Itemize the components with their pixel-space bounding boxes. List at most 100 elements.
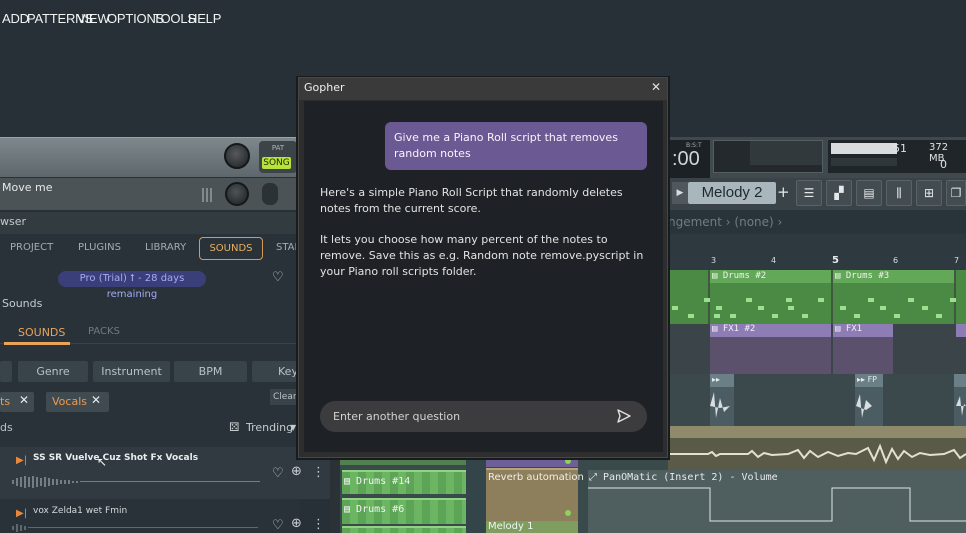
main-menubar <box>0 137 300 177</box>
tab-project[interactable]: PROJECT <box>10 242 53 253</box>
meter-icon <box>202 188 214 202</box>
assistant-message: It lets you choose how many percent of t… <box>320 233 644 278</box>
ruler-overview[interactable] <box>668 234 966 256</box>
heart-icon[interactable]: ♡ <box>272 518 284 533</box>
clip-label: ⤢ PanOMatic (Insert 2) - Volume <box>589 472 778 483</box>
section-title: Sounds <box>2 297 43 310</box>
play-icon[interactable]: ▶| <box>16 455 27 466</box>
fast-forward-icon: ▸▸ <box>712 375 721 384</box>
heart-icon[interactable]: ♡ <box>272 270 284 285</box>
clip-label: ▤ FX1 <box>835 324 863 334</box>
bar-number: 5 <box>832 255 839 266</box>
song-mode-button[interactable]: SONG <box>262 157 291 169</box>
tab-library[interactable]: LIBRARY <box>145 242 186 253</box>
master-volume-knob[interactable] <box>224 143 250 169</box>
bar-number: 7 <box>954 256 960 265</box>
waveform <box>12 524 258 532</box>
filter-instrument[interactable]: Instrument <box>93 361 170 382</box>
piano-roll-icon[interactable]: ▞ <box>826 180 852 206</box>
clip-header[interactable] <box>956 324 966 337</box>
play-icon[interactable]: ▶| <box>16 508 27 519</box>
time-readout: :00 <box>672 148 700 170</box>
filter-key[interactable]: Key <box>252 361 300 382</box>
assistant-message: Here's a simple Piano Roll Script that r… <box>320 186 623 215</box>
bar-number: 6 <box>893 256 899 265</box>
playlist-icon[interactable]: ☰ <box>796 180 822 206</box>
dialog-title: Gopher <box>304 81 345 94</box>
sort-dropdown[interactable]: Trending <box>246 421 293 434</box>
mixer-icon[interactable]: ⫼ <box>886 180 912 206</box>
list-label: ds <box>0 421 13 434</box>
plugin-picker-icon[interactable]: ⊞ <box>916 180 942 206</box>
add-pattern-icon[interactable]: + <box>777 183 790 201</box>
panel-gutter <box>330 455 340 533</box>
master-pitch-knob[interactable] <box>225 182 249 206</box>
bar-number: 4 <box>771 256 777 265</box>
add-icon[interactable]: ⊕ <box>291 464 302 479</box>
subtab-sounds[interactable]: SOUNDS <box>18 326 65 339</box>
arrangement-breadcrumb[interactable]: ngement › (none) › <box>668 215 782 229</box>
subtab-active-indicator <box>4 342 70 345</box>
close-icon[interactable]: ✕ <box>91 393 101 407</box>
channel-rack-icon[interactable]: ▤ <box>856 180 882 206</box>
clip-label: ▤ Drums #3 <box>835 271 890 281</box>
pattern-selector[interactable]: Melody 2 <box>688 182 776 204</box>
tab-sounds[interactable]: SOUNDS <box>199 237 263 260</box>
send-icon[interactable] <box>617 409 631 423</box>
bar-number: 3 <box>711 256 717 265</box>
clip-label: ▤ Drums #6 <box>344 504 405 515</box>
item-title: vox Zelda1 wet Fmin <box>33 506 128 516</box>
menu-help[interactable]: HELP <box>188 11 221 26</box>
fader-handle[interactable] <box>262 183 278 205</box>
filter-bpm[interactable]: BPM <box>174 361 247 382</box>
cpu-meter <box>831 143 897 154</box>
tab-plugins[interactable]: PLUGINS <box>78 242 121 253</box>
automation-point[interactable] <box>565 510 571 516</box>
browser-title-bar <box>0 212 300 234</box>
menu-view[interactable]: VIEW <box>77 11 110 26</box>
track-separator <box>466 455 486 533</box>
browser-title: wser <box>0 215 27 228</box>
pattern-prev-icon[interactable]: ▶ <box>672 182 688 204</box>
clip-label: Melody 1 <box>488 521 534 532</box>
hint-text: Move me <box>2 181 53 194</box>
clip-label: ▸▸ FP <box>857 375 878 384</box>
browser-icon[interactable]: ❐ <box>946 180 966 206</box>
clip-partial[interactable] <box>342 526 466 533</box>
clip-header[interactable] <box>668 426 966 438</box>
filter-left-stub[interactable] <box>0 361 12 382</box>
more-icon[interactable]: ⋮ <box>312 465 325 480</box>
audio-waveform <box>710 392 966 418</box>
polyphony-meter <box>831 158 897 166</box>
fl-studio-window: ADD PATTERNS VIEW OPTIONS TOOLS HELP PAT… <box>0 0 966 533</box>
drum-notes <box>672 298 956 318</box>
waveform <box>12 476 260 488</box>
vocal-waveform <box>668 443 966 465</box>
automation-curve <box>588 487 966 522</box>
user-message: Give me a Piano Roll script that removes… <box>385 122 647 170</box>
menu-add[interactable]: ADD <box>2 11 29 26</box>
clip-header[interactable] <box>954 374 966 387</box>
add-icon[interactable]: ⊕ <box>291 516 302 531</box>
pro-trial-badge[interactable]: Pro (Trial) ⭡ - 28 days remaining <box>58 271 206 300</box>
dialog-title-bar[interactable] <box>299 78 667 100</box>
subtab-packs[interactable]: PACKS <box>88 326 120 337</box>
pat-label: PAT <box>271 144 285 152</box>
clip-label: ▤ Drums #14 <box>344 476 411 487</box>
clip-label: ▤ Drums #2 <box>712 271 767 281</box>
heart-icon[interactable]: ♡ <box>272 466 284 481</box>
dice-icon[interactable]: ⚄ <box>229 420 239 434</box>
mouse-cursor-icon: ↖ <box>97 455 108 469</box>
clip-label: ▤ FX1 #2 <box>712 324 756 334</box>
close-icon[interactable]: ✕ <box>651 80 661 94</box>
cpu-value: 51 <box>893 142 907 155</box>
question-input[interactable] <box>320 401 647 432</box>
oscilloscope-inner <box>750 141 822 165</box>
more-icon[interactable]: ⋮ <box>312 517 325 532</box>
clip-label: Reverb automation <box>488 472 584 483</box>
item-title: SS SR Vuelve Cuz Shot Fx Vocals <box>33 453 199 463</box>
polyphony-value: 0 <box>940 158 947 171</box>
close-icon[interactable]: ✕ <box>19 393 29 407</box>
memory-value: 372 MB <box>929 142 949 164</box>
filter-genre[interactable]: Genre <box>18 361 88 382</box>
